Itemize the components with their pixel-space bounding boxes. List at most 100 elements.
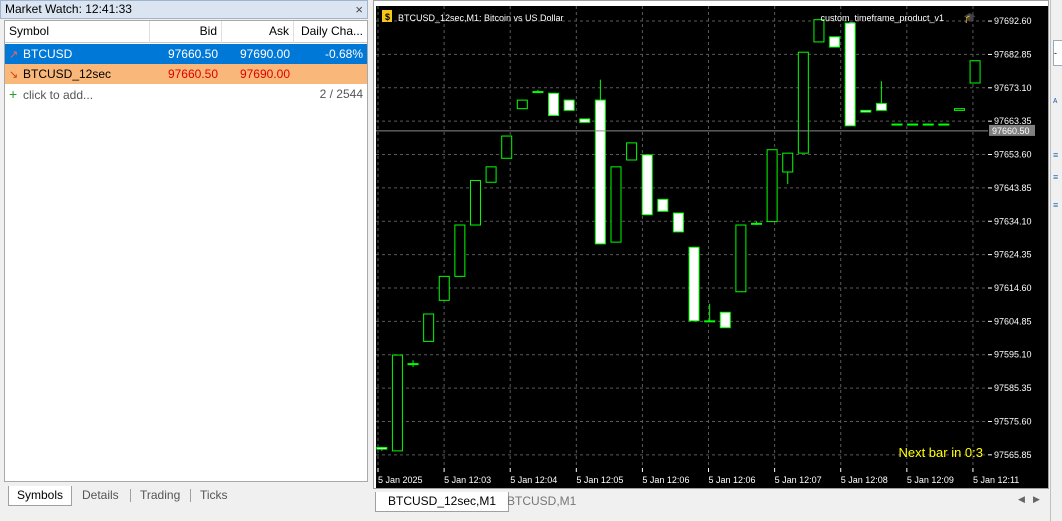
toolbar-button[interactable]: -	[1053, 40, 1062, 66]
candle-body-bear	[844, 22, 856, 127]
candle-body-bear	[875, 103, 887, 111]
price-tick-label: 97575.60	[994, 416, 1032, 426]
add-symbol-row[interactable]: + click to add... 2 / 2544	[5, 84, 367, 104]
time-tick-label: 5 Jan 12:11	[973, 475, 1019, 485]
candle-body-bull	[438, 275, 450, 301]
trend-up-icon: ↗	[9, 49, 19, 61]
close-icon[interactable]: ×	[355, 1, 363, 18]
symbol-name: BTCUSD	[23, 47, 73, 61]
price-tick-label: 97643.85	[994, 183, 1032, 193]
candle	[907, 123, 919, 126]
dock-marker-icon: ≡	[1053, 200, 1059, 210]
candle-body-bull	[735, 224, 747, 293]
dock-marker-icon: ≡	[1053, 150, 1059, 160]
price-tick-label: 97565.85	[994, 450, 1032, 460]
table-row[interactable]: ↗ BTCUSD 97660.50 97690.00 -0.68%	[5, 44, 367, 64]
current-price-marker: 97660.50	[989, 124, 1035, 136]
chart-tabs: BTCUSD_12sec,M1 BTCUSD,M1 ◀ ▶	[373, 490, 1049, 514]
symbol-cell: ↘ BTCUSD_12sec	[5, 64, 150, 84]
change-cell	[294, 64, 367, 84]
candle-body-bull	[610, 166, 622, 243]
candle	[407, 360, 419, 368]
candle-body-bull	[891, 123, 903, 126]
candle	[579, 118, 591, 123]
candle-body-bear	[563, 99, 575, 111]
candle	[423, 313, 435, 342]
tab-trading[interactable]: Trading	[132, 486, 188, 506]
plus-icon: +	[9, 86, 18, 102]
candle-body-bull	[766, 149, 778, 223]
column-header-symbol[interactable]: Symbol	[5, 21, 150, 43]
candle-body-bull	[454, 224, 466, 277]
column-header-daily-change[interactable]: Daily Cha...	[294, 21, 367, 43]
table-row[interactable]: ↘ BTCUSD_12sec 97660.50 97690.00	[5, 64, 367, 84]
candle	[532, 89, 544, 94]
add-symbol-label: click to add...	[23, 88, 94, 102]
candle-body-bull	[813, 19, 825, 43]
column-header-ask[interactable]: Ask	[222, 21, 294, 43]
candle	[391, 354, 403, 452]
symbol-cell: ↗ BTCUSD	[5, 44, 150, 64]
price-tick-label: 97653.60	[994, 150, 1032, 160]
bid-cell: 97660.50	[167, 47, 218, 61]
candle-body-bear	[829, 36, 841, 48]
tab-ticks[interactable]: Ticks	[192, 486, 236, 506]
price-axis: 97692.60 97682.85 97673.10 97663.35 97653.60…	[988, 6, 1048, 468]
candle-body-bull	[485, 166, 497, 183]
candle	[797, 51, 809, 154]
candle-body-bull	[391, 354, 403, 452]
tab-chart-btcusd[interactable]: BTCUSD,M1	[495, 492, 588, 512]
chart-header: $ BTCUSD_12sec,M1: Bitcoin vs US Dollar	[382, 10, 564, 23]
tab-details[interactable]: Details	[74, 486, 127, 506]
candle-body-bull	[751, 222, 762, 225]
candle-body-bear	[860, 109, 872, 113]
candle	[891, 123, 903, 126]
candle	[875, 81, 887, 111]
chart-header-text: BTCUSD_12sec,M1: Bitcoin vs US Dollar	[398, 13, 564, 23]
candle-body-bull	[797, 51, 809, 154]
symbol-count: 2 / 2544	[319, 87, 363, 101]
candle-body-bear	[376, 446, 388, 450]
candle	[751, 221, 762, 226]
tab-symbols[interactable]: Symbols	[8, 486, 73, 506]
column-header-bid[interactable]: Bid	[150, 21, 222, 43]
candle	[813, 19, 825, 43]
candle	[735, 224, 747, 293]
candle	[704, 303, 716, 323]
candle	[782, 152, 794, 184]
candle	[548, 92, 560, 117]
scroll-left-icon[interactable]: ◀	[1018, 494, 1025, 505]
candle-body-bull	[938, 123, 950, 126]
candle	[969, 60, 981, 84]
symbol-name: BTCUSD_12sec	[23, 67, 112, 81]
candle-body-bear	[672, 212, 684, 233]
candle-body-bull	[501, 135, 513, 159]
candle	[454, 224, 466, 277]
tab-chart-btcusd-12sec[interactable]: BTCUSD_12sec,M1	[375, 492, 510, 512]
time-tick-label: 5 Jan 12:07	[775, 475, 822, 485]
candle-body-bear	[641, 154, 653, 216]
candle-body-bull	[704, 320, 716, 323]
candle-body-bull	[532, 91, 544, 94]
candle-body-bear	[657, 198, 669, 212]
candle	[438, 275, 450, 301]
time-axis: 5 Jan 2025 5 Jan 12:03 5 Jan 12:04 5 Jan 12…	[376, 468, 1048, 488]
price-tick-label: 97682.85	[994, 49, 1032, 59]
market-watch-title: Market Watch: 12:41:33	[5, 2, 132, 16]
candle	[469, 180, 481, 226]
chart-grid	[376, 6, 988, 468]
price-chart[interactable]: $ BTCUSD_12sec,M1: Bitcoin vs US Dollar …	[376, 6, 988, 468]
price-tick-label: 97673.10	[994, 83, 1032, 93]
price-tick-label: 97663.35	[994, 116, 1032, 126]
time-tick-label: 5 Jan 12:03	[444, 475, 491, 485]
change-cell: -0.68%	[324, 47, 363, 61]
candle	[594, 79, 606, 245]
candle-body-bear	[579, 118, 591, 123]
candle-body-bull	[516, 99, 528, 110]
candle-body-bull	[953, 108, 965, 111]
market-watch-title-bar[interactable]: Market Watch: 12:41:33 ×	[0, 0, 368, 19]
candle-body-bear	[719, 311, 731, 329]
scroll-right-icon[interactable]: ▶	[1033, 494, 1040, 505]
candle	[641, 154, 653, 216]
price-tick-label: 97634.10	[994, 216, 1032, 226]
